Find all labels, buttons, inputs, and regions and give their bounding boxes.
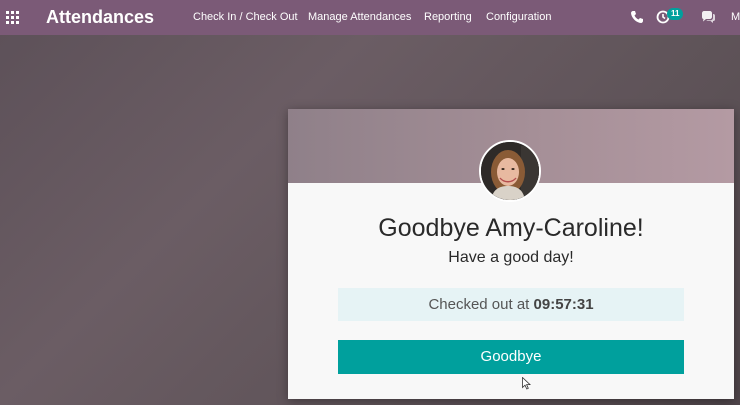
top-navbar: Attendances Check In / Check Out Manage … <box>0 0 740 35</box>
goodbye-card: Goodbye Amy-Caroline! Have a good day! C… <box>288 109 734 399</box>
goodbye-heading: Goodbye Amy-Caroline! <box>378 214 644 242</box>
goodbye-subheading: Have a good day! <box>448 249 574 266</box>
apps-grid-icon[interactable] <box>6 11 19 24</box>
mouse-cursor-icon <box>522 377 531 390</box>
menu-check-in-out[interactable]: Check In / Check Out <box>193 11 298 23</box>
menu-configuration[interactable]: Configuration <box>486 11 551 23</box>
activity-count-badge: 11 <box>667 8 684 20</box>
checkout-label: Checked out at <box>428 296 530 313</box>
phone-icon[interactable] <box>629 9 645 25</box>
menu-manage-attendances[interactable]: Manage Attendances <box>308 11 411 23</box>
employee-photo-icon <box>481 142 539 200</box>
user-menu[interactable]: M <box>731 11 740 23</box>
checkout-time: 09:57:31 <box>533 296 594 313</box>
avatar <box>479 140 541 202</box>
checkout-time-box: Checked out at 09:57:31 <box>338 288 684 321</box>
chat-icon[interactable] <box>700 9 716 25</box>
menu-reporting[interactable]: Reporting <box>424 11 472 23</box>
app-title[interactable]: Attendances <box>46 7 154 28</box>
goodbye-button[interactable]: Goodbye <box>338 340 684 374</box>
